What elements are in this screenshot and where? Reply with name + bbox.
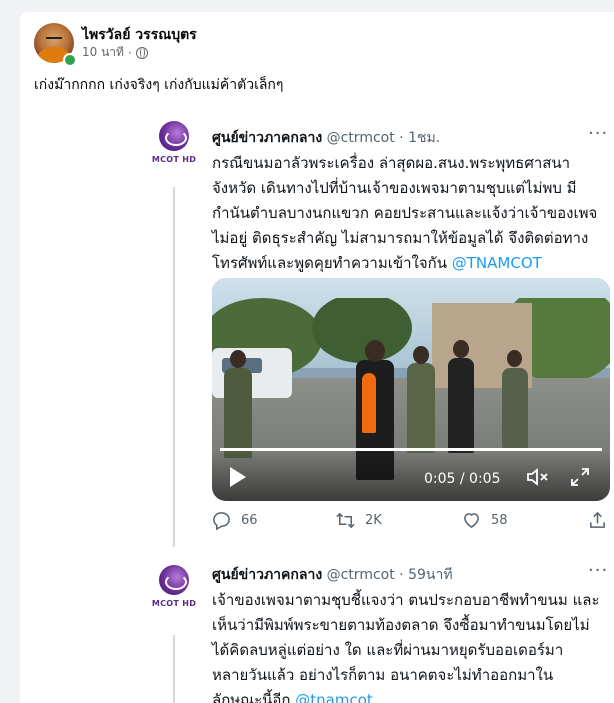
tweet-author-name: ศูนย์ข่าวภาคกลาง — [212, 130, 323, 146]
like-count: 58 — [491, 513, 508, 528]
mcot-logo: MCOT HD — [149, 121, 199, 164]
retweet-action[interactable]: 2K — [336, 511, 382, 530]
tweet-time: · 59นาที — [399, 567, 453, 583]
tweet-handle: @ctrmcot — [326, 130, 395, 146]
thread-line — [173, 635, 175, 703]
video-progress-bar[interactable] — [220, 448, 602, 451]
volume-muted-icon[interactable] — [526, 467, 550, 487]
tweet-time: · 1ชม. — [399, 130, 441, 146]
more-options-icon: ··· — [588, 123, 609, 144]
tweet-author-name: ศูนย์ข่าวภาคกลาง — [212, 567, 323, 583]
globe-icon[interactable] — [135, 46, 148, 59]
post-time[interactable]: 10 นาที — [82, 43, 124, 62]
post-meta: 10 นาที · — [82, 43, 148, 62]
tweet-body: กรณีขนมอาลัวพระเครื่อง ล่าสุดผอ.สนง.พระพ… — [212, 151, 612, 276]
video-person — [224, 368, 252, 458]
meta-separator: · — [127, 45, 132, 60]
embedded-tweet-screenshot: MCOT HD ศูนย์ข่าวภาคกลาง @ctrmcot · 1ชม.… — [116, 107, 614, 703]
reply-count: 66 — [241, 513, 258, 528]
video-person-head — [413, 346, 429, 364]
tweet-body: เจ้าของเพจมาตามชุบชี้แจงว่า ตนประกอบอาชี… — [212, 588, 612, 703]
online-status-icon — [63, 53, 77, 67]
video-person-head — [365, 340, 385, 362]
post-text: เก่งม๊ากกกก เก่งจริงๆ เก่งกับแม่ค้าตัวเล… — [34, 77, 284, 93]
mcot-logo-text: MCOT HD — [151, 155, 197, 164]
video-person-head — [507, 350, 522, 367]
thread-line — [173, 187, 175, 547]
tweet-video: 0:05 / 0:05 — [212, 278, 610, 501]
tweet-actions: 66 2K 58 — [212, 511, 612, 535]
facebook-post-card: ไพรวัลย์ วรรณบุตร 10 นาที · เก่งม๊ากกกก … — [20, 12, 614, 703]
mcot-logo-text: MCOT HD — [151, 599, 197, 608]
mcot-logo-icon — [159, 121, 189, 151]
tweet-mention: @tnamcot — [295, 691, 373, 703]
retweet-icon — [336, 512, 355, 529]
video-person-orange-shirt — [362, 373, 376, 433]
play-icon[interactable] — [230, 467, 246, 487]
video-controls — [212, 451, 610, 501]
video-person — [448, 358, 474, 453]
mcot-logo: MCOT HD — [149, 565, 199, 608]
avatar-glasses — [46, 37, 62, 44]
reply-icon — [213, 512, 230, 530]
share-icon — [590, 511, 605, 528]
retweet-count: 2K — [365, 513, 382, 528]
like-action[interactable]: 58 — [462, 511, 508, 530]
fullscreen-icon[interactable] — [570, 467, 590, 487]
tweet-mention: @TNAMCOT — [451, 254, 542, 272]
tweet-header: ศูนย์ข่าวภาคกลาง @ctrmcot · 1ชม. — [212, 127, 440, 149]
heart-icon — [464, 513, 479, 529]
reply-action[interactable]: 66 — [212, 511, 258, 530]
tweet-text: เจ้าของเพจมาตามชุบชี้แจงว่า ตนประกอบอาชี… — [212, 591, 600, 703]
share-action[interactable] — [588, 511, 607, 530]
video-person — [502, 368, 528, 448]
tweet-header: ศูนย์ข่าวภาคกลาง @ctrmcot · 59นาที — [212, 564, 453, 586]
tweet-handle: @ctrmcot — [326, 567, 395, 583]
video-person-head — [230, 350, 246, 368]
mcot-logo-icon — [159, 565, 189, 595]
more-options-icon: ··· — [588, 560, 609, 581]
video-person — [407, 363, 435, 453]
video-time: 0:05 / 0:05 — [424, 471, 501, 487]
video-person-head — [453, 340, 469, 358]
